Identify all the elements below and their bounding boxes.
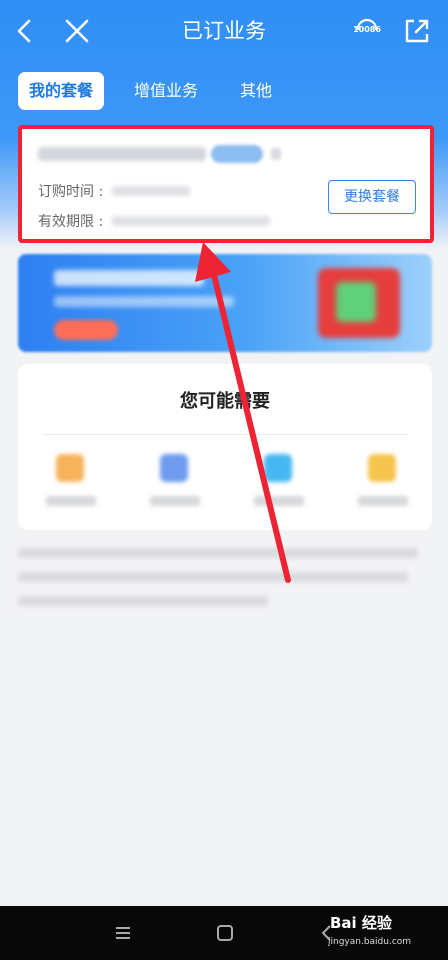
order-time-label: 订购时间 : xyxy=(38,184,104,200)
current-package-card: 订购时间 : 有效期限 : 更换套餐 xyxy=(18,125,434,243)
disclaimer-text-blurred xyxy=(18,596,268,606)
item-icon xyxy=(56,454,84,482)
package-name-blurred xyxy=(38,147,206,161)
service-number: 10086 xyxy=(353,25,381,34)
tab-value-added[interactable]: 增值业务 xyxy=(122,72,210,110)
tab-other[interactable]: 其他 xyxy=(228,72,284,110)
banner-cta-blurred xyxy=(54,320,118,340)
recommendation-item[interactable] xyxy=(344,452,424,512)
banner-gift-detail xyxy=(336,282,376,322)
banner-headline-blurred xyxy=(54,270,204,286)
item-label-blurred xyxy=(150,496,200,506)
recommendation-item[interactable] xyxy=(32,452,112,512)
share-icon[interactable] xyxy=(402,16,432,46)
top-bar: 已订业务 10086 xyxy=(0,0,448,62)
recommendations-title: 您可能需要 xyxy=(180,391,270,412)
recommendations-card: 您可能需要 xyxy=(18,364,432,530)
tab-my-package[interactable]: 我的套餐 xyxy=(18,72,105,110)
home-icon[interactable] xyxy=(212,920,238,946)
item-label-blurred xyxy=(358,496,408,506)
promo-banner[interactable] xyxy=(18,254,432,352)
disclaimer-text-blurred xyxy=(18,572,408,582)
watermark-url: jingyan.baidu.com xyxy=(328,937,412,947)
menu-icon[interactable] xyxy=(110,920,136,946)
item-icon xyxy=(160,454,188,482)
item-icon xyxy=(264,454,292,482)
recommendation-item[interactable] xyxy=(136,452,216,512)
item-label-blurred xyxy=(46,496,96,506)
tab-bar: 我的套餐 增值业务 其他 xyxy=(18,72,302,110)
item-icon xyxy=(368,454,396,482)
change-package-button[interactable]: 更换套餐 xyxy=(328,180,416,214)
banner-subline-blurred xyxy=(54,296,234,307)
valid-period-value-blurred xyxy=(112,216,270,226)
divider xyxy=(42,434,408,435)
recommendation-item[interactable] xyxy=(240,452,320,512)
watermark-brand: Bai 经验 xyxy=(330,914,392,932)
order-time-value-blurred xyxy=(112,186,190,196)
valid-period-label: 有效期限 : xyxy=(38,214,104,230)
info-icon[interactable] xyxy=(271,148,281,160)
disclaimer-text-blurred xyxy=(18,548,418,558)
item-label-blurred xyxy=(254,496,304,506)
package-badge-blurred xyxy=(211,145,263,163)
